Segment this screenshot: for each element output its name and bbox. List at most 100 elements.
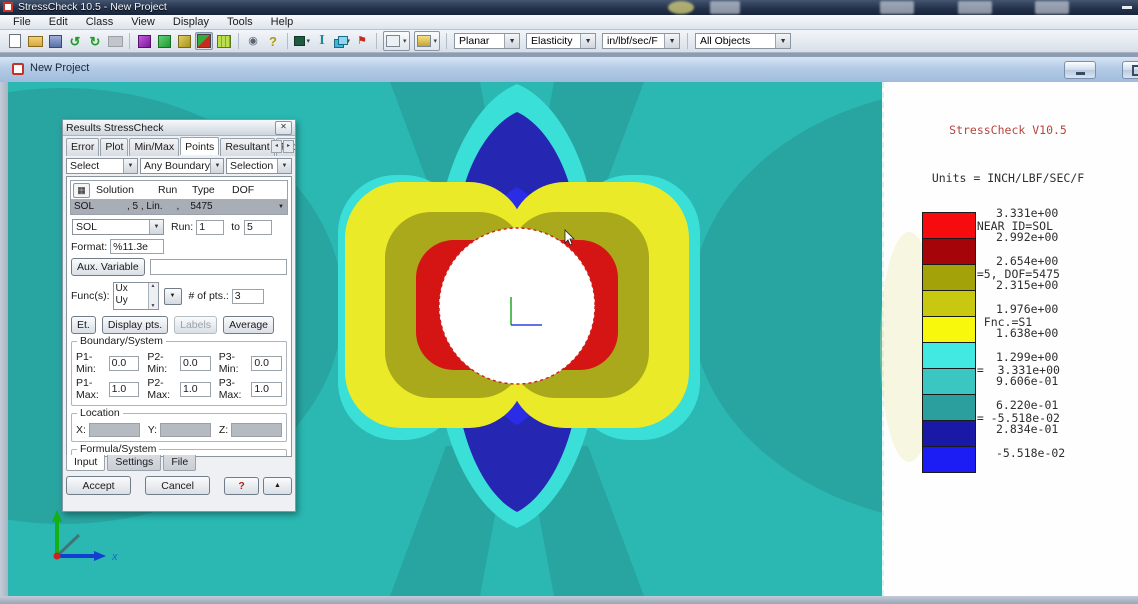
chevron-down-icon[interactable]: ▼ <box>210 159 224 173</box>
dialog-titlebar[interactable]: Results StressCheck ✕ <box>63 120 295 136</box>
chevron-down-icon[interactable]: ▼ <box>277 159 291 173</box>
function-dropdown-button[interactable]: ▼ <box>164 288 182 305</box>
tab-scroll-right-icon[interactable]: ▸ <box>283 140 294 153</box>
reference-select[interactable]: Planar▼ <box>454 33 520 49</box>
menu-edit[interactable]: Edit <box>40 15 77 30</box>
new-file-button[interactable] <box>6 32 24 50</box>
close-icon[interactable]: ✕ <box>275 121 292 135</box>
model-folder-button[interactable] <box>175 32 193 50</box>
refresh-button[interactable]: ↺ <box>66 32 84 50</box>
view-preset-button-1[interactable]: ▾ <box>383 31 410 51</box>
sync-button[interactable]: ↻ <box>86 32 104 50</box>
chevron-down-icon[interactable]: ▼ <box>275 204 287 210</box>
chevron-down-icon[interactable]: ▼ <box>664 34 679 48</box>
scroll-down-icon[interactable]: ▼ <box>151 303 156 309</box>
scroll-up-icon[interactable]: ▲ <box>151 283 156 289</box>
chevron-down-icon[interactable]: ▼ <box>775 34 790 48</box>
layers-button[interactable]: ▾ <box>333 32 351 50</box>
listbox-scrollbar[interactable]: ▲▼ <box>148 283 158 309</box>
aux-variable-button[interactable]: Aux. Variable <box>71 258 145 276</box>
discipline-select[interactable]: Elasticity▼ <box>526 33 596 49</box>
tab-error[interactable]: Error <box>66 138 99 156</box>
average-button[interactable]: Average <box>223 316 274 334</box>
selection-select[interactable]: Selection▼ <box>226 158 292 174</box>
print-button[interactable] <box>106 32 124 50</box>
func-item-ux[interactable]: Ux <box>116 283 148 295</box>
dialog-help-button[interactable]: ? <box>224 477 259 495</box>
refresh-icon: ↺ <box>70 35 81 48</box>
select-mode-select[interactable]: Select▼ <box>66 158 138 174</box>
model-green-button[interactable] <box>155 32 173 50</box>
menu-class[interactable]: Class <box>77 15 123 30</box>
p1-max-label: P1-Max: <box>76 377 109 401</box>
p2-min-input[interactable]: 0.0 <box>180 356 211 371</box>
dialog-title: Results StressCheck <box>66 122 163 134</box>
tab-minmax[interactable]: Min/Max <box>129 138 179 156</box>
aux-variable-input[interactable] <box>150 259 287 275</box>
format-input[interactable]: %11.3e <box>110 239 164 254</box>
function-listbox[interactable]: Ux Uy ▲▼ <box>113 282 159 310</box>
p2-max-input[interactable]: 1.0 <box>180 382 211 397</box>
solution-row[interactable]: SOL , 5 , Lin. , 5475 ▼ <box>71 199 287 214</box>
toolbar-separator <box>446 33 447 49</box>
collapse-button[interactable]: ▲ <box>263 477 292 495</box>
boundary-select[interactable]: Any Boundary▼ <box>140 158 224 174</box>
display-pts-button[interactable]: Display pts. <box>102 316 168 334</box>
help-icon: ? <box>269 35 277 48</box>
grid-icon[interactable]: ▦ <box>73 183 90 198</box>
menu-display[interactable]: Display <box>164 15 218 30</box>
chevron-down-icon: ▾ <box>306 37 310 45</box>
et-button[interactable]: Et. <box>71 316 96 334</box>
toolbar-separator <box>376 33 377 49</box>
glass-reflection <box>880 1 914 14</box>
chevron-down-icon[interactable]: ▼ <box>149 220 163 234</box>
maximize-icon <box>1132 65 1138 76</box>
num-pts-input[interactable]: 3 <box>232 289 264 304</box>
flag-button[interactable]: ⚑ <box>353 32 371 50</box>
chevron-down-icon[interactable]: ▼ <box>504 34 519 48</box>
mdi-maximize-button[interactable] <box>1122 61 1138 79</box>
menu-file[interactable]: File <box>4 15 40 30</box>
sol-select[interactable]: SOL▼ <box>72 219 164 235</box>
legend-color-box <box>922 290 976 317</box>
menu-help[interactable]: Help <box>262 15 303 30</box>
view-preset-button-2[interactable]: ▾ <box>414 31 441 51</box>
menu-tools[interactable]: Tools <box>218 15 262 30</box>
tab-file[interactable]: File <box>163 455 196 471</box>
material-swatch-button[interactable]: ▾ <box>293 32 311 50</box>
tab-plot[interactable]: Plot <box>100 138 128 156</box>
mdi-minimize-button[interactable] <box>1064 61 1096 79</box>
p3-max-input[interactable]: 1.0 <box>251 382 282 397</box>
tab-scroll-left-icon[interactable]: ◂ <box>271 140 282 153</box>
menu-view[interactable]: View <box>122 15 164 30</box>
record-button[interactable]: ◉ <box>244 32 262 50</box>
tab-points[interactable]: Points <box>180 137 219 155</box>
x-axis-label: x <box>111 551 118 563</box>
tab-settings[interactable]: Settings <box>107 455 161 471</box>
model-purple-button[interactable] <box>135 32 153 50</box>
p1-max-input[interactable]: 1.0 <box>109 382 140 397</box>
p3-min-input[interactable]: 0.0 <box>251 356 282 371</box>
objects-select[interactable]: All Objects▼ <box>695 33 791 49</box>
dialog-actions: Accept Cancel ? ▲ <box>66 476 292 495</box>
save-button[interactable] <box>46 32 64 50</box>
p1-min-input[interactable]: 0.0 <box>109 356 140 371</box>
display-split-button[interactable] <box>195 32 213 50</box>
open-file-button[interactable] <box>26 32 44 50</box>
accept-button[interactable]: Accept <box>66 476 131 495</box>
chevron-down-icon[interactable]: ▼ <box>123 159 137 173</box>
legend-value: 3.331e+00 <box>996 206 1058 220</box>
func-item-uy[interactable]: Uy <box>116 295 148 307</box>
dimension-button[interactable]: I <box>313 32 331 50</box>
tab-resultant[interactable]: Resultant <box>220 138 274 156</box>
minimize-icon[interactable] <box>1122 6 1132 9</box>
mesh-button[interactable] <box>215 32 233 50</box>
layers-icon <box>334 36 345 47</box>
cancel-button[interactable]: Cancel <box>145 476 210 495</box>
run-to-input[interactable]: 5 <box>244 220 272 235</box>
chevron-down-icon[interactable]: ▼ <box>580 34 595 48</box>
units-select[interactable]: in/lbf/sec/F▼ <box>602 33 680 49</box>
tab-input[interactable]: Input <box>66 455 105 471</box>
help-button[interactable]: ? <box>264 32 282 50</box>
run-from-input[interactable]: 1 <box>196 220 224 235</box>
